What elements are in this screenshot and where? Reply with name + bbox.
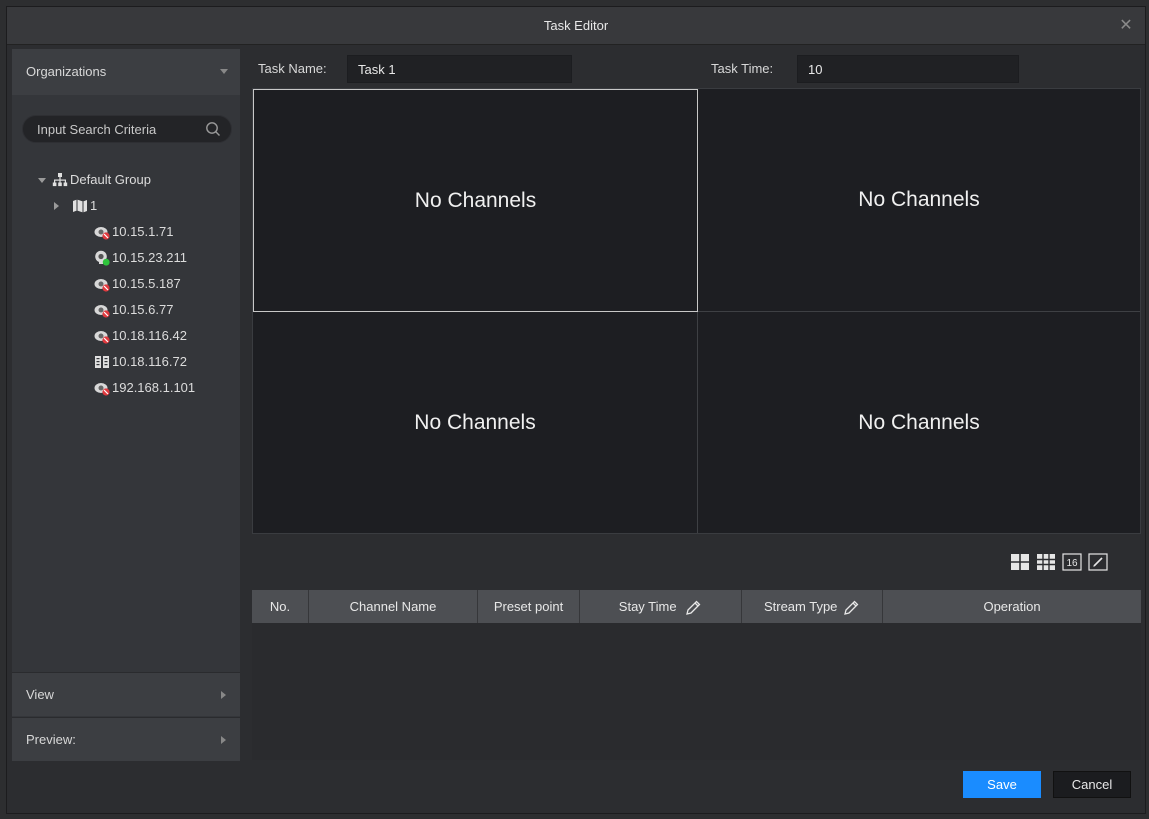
organizations-header[interactable]: Organizations — [12, 49, 240, 95]
close-icon[interactable]: ✕ — [1117, 7, 1135, 45]
tree-device-10-15-23-211[interactable]: 10.15.23.211 — [12, 245, 240, 271]
device-label: 10.15.23.211 — [112, 250, 187, 265]
tree-node-label: Default Group — [70, 172, 151, 187]
expand-down-icon[interactable] — [38, 178, 46, 183]
view-label: View — [26, 687, 54, 702]
device-tree: Default Group 1 10.15.1.71 10.15.23.211 … — [12, 167, 240, 401]
table-header: No. Channel Name Preset point Stay Time … — [252, 590, 1141, 623]
preview-label: Preview: — [26, 732, 76, 747]
tree-node-subgroup[interactable]: 1 — [12, 193, 240, 219]
tree-device-192-168-1-101[interactable]: 192.168.1.101 — [12, 375, 240, 401]
search-input[interactable] — [37, 116, 197, 142]
tree-device-10-18-116-72[interactable]: 10.18.116.72 — [12, 349, 240, 375]
column-header-no: No. — [252, 590, 309, 623]
device-label: 10.15.1.71 — [112, 224, 174, 239]
organization-tree-icon — [52, 173, 68, 187]
tree-node-default-group[interactable]: Default Group — [12, 167, 240, 193]
task-name-label: Task Name: — [258, 61, 327, 76]
camera-offline-icon — [94, 305, 110, 318]
column-header-stay-time: Stay Time — [580, 590, 742, 623]
camera-offline-icon — [94, 383, 110, 396]
tree-device-10-15-5-187[interactable]: 10.15.5.187 — [12, 271, 240, 297]
column-label: Stay Time — [618, 599, 677, 614]
column-label: Stream Type — [763, 599, 838, 614]
search-box — [22, 115, 232, 143]
device-label: 10.15.6.77 — [112, 302, 174, 317]
layout-16-icon[interactable]: 16 — [1062, 552, 1082, 572]
device-label: 10.18.116.72 — [112, 354, 187, 369]
tree-device-10-15-6-77[interactable]: 10.15.6.77 — [12, 297, 240, 323]
window-title: Task Editor — [543, 18, 609, 33]
tree-node-label: 1 — [90, 198, 98, 213]
layout-4-icon[interactable] — [1010, 552, 1030, 572]
cancel-button[interactable]: Cancel — [1053, 771, 1131, 798]
column-header-preset-point: Preset point — [478, 590, 580, 623]
no-channels-text: No Channels — [414, 188, 537, 212]
no-channels-text: No Channels — [858, 410, 980, 434]
no-channels-text: No Channels — [858, 188, 980, 211]
search-icon[interactable] — [205, 121, 221, 137]
camera-offline-icon — [94, 279, 110, 292]
task-time-label: Task Time: — [711, 61, 774, 76]
device-label: 192.168.1.101 — [112, 380, 196, 395]
encoder-device-icon — [95, 356, 109, 368]
task-name-input[interactable] — [347, 55, 572, 83]
edit-pencil-icon[interactable] — [842, 599, 860, 617]
camera-offline-icon — [94, 227, 110, 240]
device-label: 10.18.116.42 — [112, 328, 187, 343]
column-label: Preset point — [493, 599, 564, 614]
organization-panel: Organizations Default Group — [12, 49, 240, 761]
video-cell-1[interactable]: No Channels — [253, 89, 698, 312]
expand-right-icon[interactable] — [54, 202, 59, 210]
column-label: No. — [269, 599, 291, 614]
column-label: Operation — [983, 599, 1041, 614]
layout-16-text: 16 — [1066, 558, 1078, 569]
chevron-right-icon — [221, 691, 226, 699]
channel-table: No. Channel Name Preset point Stay Time … — [252, 590, 1141, 760]
camera-offline-icon — [94, 331, 110, 344]
camera-online-icon — [95, 250, 110, 266]
title-bar: Task Editor ✕ — [7, 7, 1145, 45]
table-body — [252, 623, 1141, 760]
chevron-right-icon — [221, 736, 226, 744]
edit-layout-icon[interactable] — [1088, 552, 1108, 572]
tree-device-10-15-1-71[interactable]: 10.15.1.71 — [12, 219, 240, 245]
edit-pencil-icon[interactable] — [684, 599, 702, 617]
chevron-down-icon — [220, 69, 228, 74]
layout-9-icon[interactable] — [1036, 552, 1056, 572]
device-label: 10.15.5.187 — [112, 276, 181, 291]
save-button[interactable]: Save — [963, 771, 1041, 798]
preview-section[interactable]: Preview: — [12, 717, 240, 761]
column-label: Channel Name — [349, 599, 437, 614]
organizations-label: Organizations — [26, 64, 107, 79]
column-header-channel-name: Channel Name — [309, 590, 478, 623]
video-cell-4[interactable]: No Channels — [698, 312, 1140, 533]
column-header-stream-type: Stream Type — [742, 590, 883, 623]
column-header-operation: Operation — [883, 590, 1141, 623]
map-icon — [73, 199, 87, 213]
no-channels-text: No Channels — [414, 410, 536, 434]
view-section[interactable]: View — [12, 672, 240, 716]
video-cell-3[interactable]: No Channels — [253, 312, 697, 533]
tree-device-10-18-116-42[interactable]: 10.18.116.42 — [12, 323, 240, 349]
video-grid: No Channels No Channels No Channels No C… — [252, 88, 1141, 534]
layout-toolbar: 16 — [1010, 552, 1140, 572]
task-time-input[interactable] — [797, 55, 1019, 83]
video-cell-2[interactable]: No Channels — [698, 89, 1140, 311]
